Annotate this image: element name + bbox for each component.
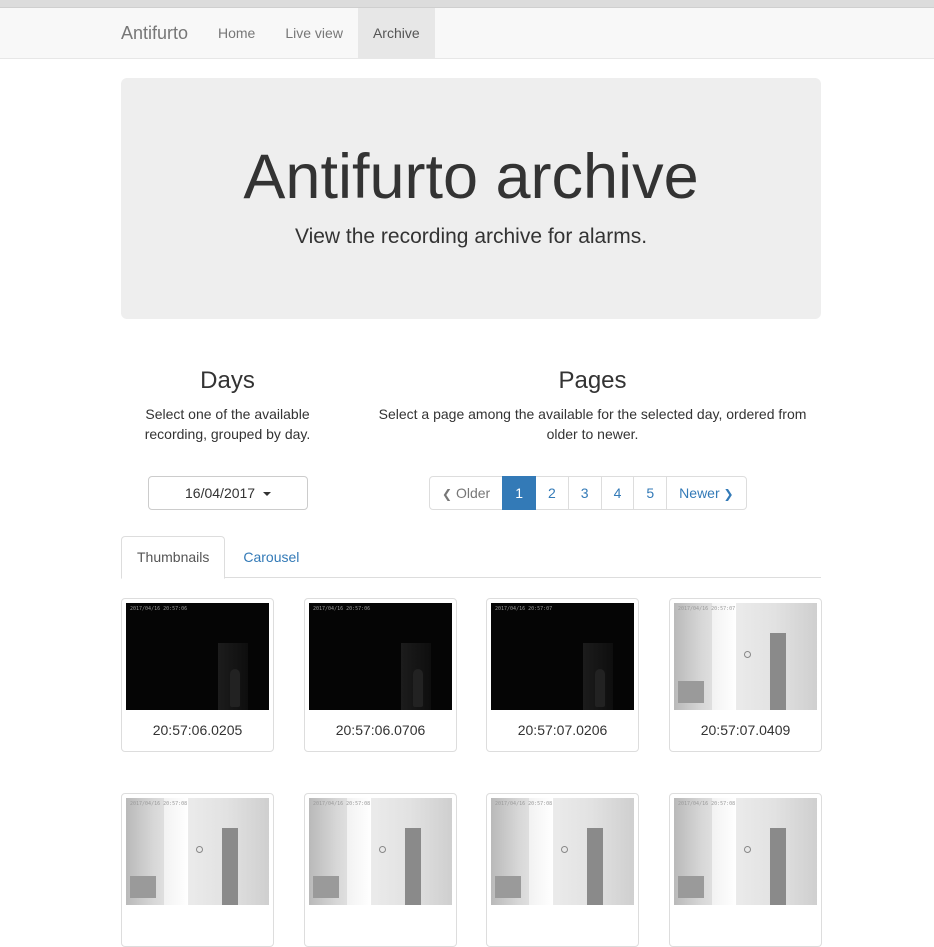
caret-down-icon [262,492,271,497]
thumbnail-card[interactable]: 2017/04/16 20:57:07 20:57:07.0409 [669,598,822,752]
thumbnail-timestamp-overlay: 2017/04/16 20:57:07 [495,606,553,612]
days-section: Days Select one of the available recordi… [121,367,334,444]
thumbnail-image[interactable]: 2017/04/16 20:57:08 [309,798,452,905]
thumbnail-card[interactable]: 2017/04/16 20:57:08 [304,793,457,947]
page-title: Antifurto archive [243,142,699,212]
page-item[interactable]: 4 [600,476,635,510]
tab-carousel[interactable]: Carousel [227,536,315,578]
thumbnail-caption: 20:57:07.0206 [517,722,608,738]
thumbnail-caption: 20:57:07.0409 [700,722,791,738]
thumbnail-image[interactable]: 2017/04/16 20:57:06 [309,603,452,710]
thumbnail-card[interactable]: 2017/04/16 20:57:08 [669,793,822,947]
thumbnail-timestamp-overlay: 2017/04/16 20:57:08 [678,801,736,807]
page-item[interactable]: 1 [502,476,536,510]
thumbnail-image[interactable]: 2017/04/16 20:57:08 [674,798,817,905]
chevron-right-icon: ❯ [723,487,734,501]
navbar-brand[interactable]: Antifurto [121,8,188,58]
thumbnail-card[interactable]: 2017/04/16 20:57:08 [121,793,274,947]
thumbnail-card[interactable]: 2017/04/16 20:57:06 20:57:06.0706 [304,598,457,752]
thumbnail-image[interactable]: 2017/04/16 20:57:07 [674,603,817,710]
page-item[interactable]: 3 [567,476,602,510]
thumbnail-image[interactable]: 2017/04/16 20:57:08 [491,798,634,905]
page-item[interactable]: 2 [534,476,569,510]
thumbnail-card[interactable]: 2017/04/16 20:57:07 20:57:07.0206 [486,598,639,752]
nav-archive-link[interactable]: Archive [357,8,435,58]
thumbnail-timestamp-overlay: 2017/04/16 20:57:06 [130,606,188,612]
thumbnail-image[interactable]: 2017/04/16 20:57:07 [491,603,634,710]
page-subtitle: View the recording archive for alarms. [294,225,648,248]
tab-thumbnails[interactable]: Thumbnails [121,536,226,579]
page-newer-label: Newer [679,485,720,501]
days-description: Select one of the available recording, g… [144,406,311,442]
pages-section: Pages Select a page among the available … [364,367,821,444]
navbar: Antifurto Home Live view Archive [0,8,934,59]
thumbnail-timestamp-overlay: 2017/04/16 20:57:08 [495,801,553,807]
page-item[interactable]: 5 [633,476,668,510]
pagination: ❮ Older 1 2 3 4 5 Newer ❯ [429,476,747,510]
window-top-strip [0,0,934,8]
page-older-label: Older [455,485,491,501]
thumbnail-card[interactable]: 2017/04/16 20:57:06 20:57:06.0205 [121,598,274,752]
thumbnail-caption: 20:57:06.0205 [152,722,243,738]
day-select-dropdown[interactable]: 16/04/2017 [148,476,308,510]
view-tabs: Thumbnails Carousel [121,536,821,579]
thumbnail-timestamp-overlay: 2017/04/16 20:57:08 [313,801,371,807]
thumbnail-card[interactable]: 2017/04/16 20:57:08 [486,793,639,947]
nav-live-view-link[interactable]: Live view [270,8,358,58]
thumbnail-timestamp-overlay: 2017/04/16 20:57:07 [678,606,736,612]
nav-home-link[interactable]: Home [203,8,270,58]
page-older-button[interactable]: ❮ Older [429,476,504,510]
days-heading: Days [200,367,255,394]
thumbnail-timestamp-overlay: 2017/04/16 20:57:08 [130,801,188,807]
thumbnail-caption: 20:57:06.0706 [335,722,426,738]
pages-description: Select a page among the available for th… [378,406,807,442]
jumbotron: Antifurto archive View the recording arc… [121,78,821,319]
page-newer-button[interactable]: Newer ❯ [666,476,747,510]
pages-heading: Pages [558,367,627,394]
nav-links: Home Live view Archive [203,8,435,58]
day-select-value: 16/04/2017 [185,485,256,501]
thumbnail-image[interactable]: 2017/04/16 20:57:06 [126,603,269,710]
chevron-left-icon: ❮ [442,487,453,501]
thumbnail-timestamp-overlay: 2017/04/16 20:57:06 [313,606,371,612]
thumbnail-image[interactable]: 2017/04/16 20:57:08 [126,798,269,905]
